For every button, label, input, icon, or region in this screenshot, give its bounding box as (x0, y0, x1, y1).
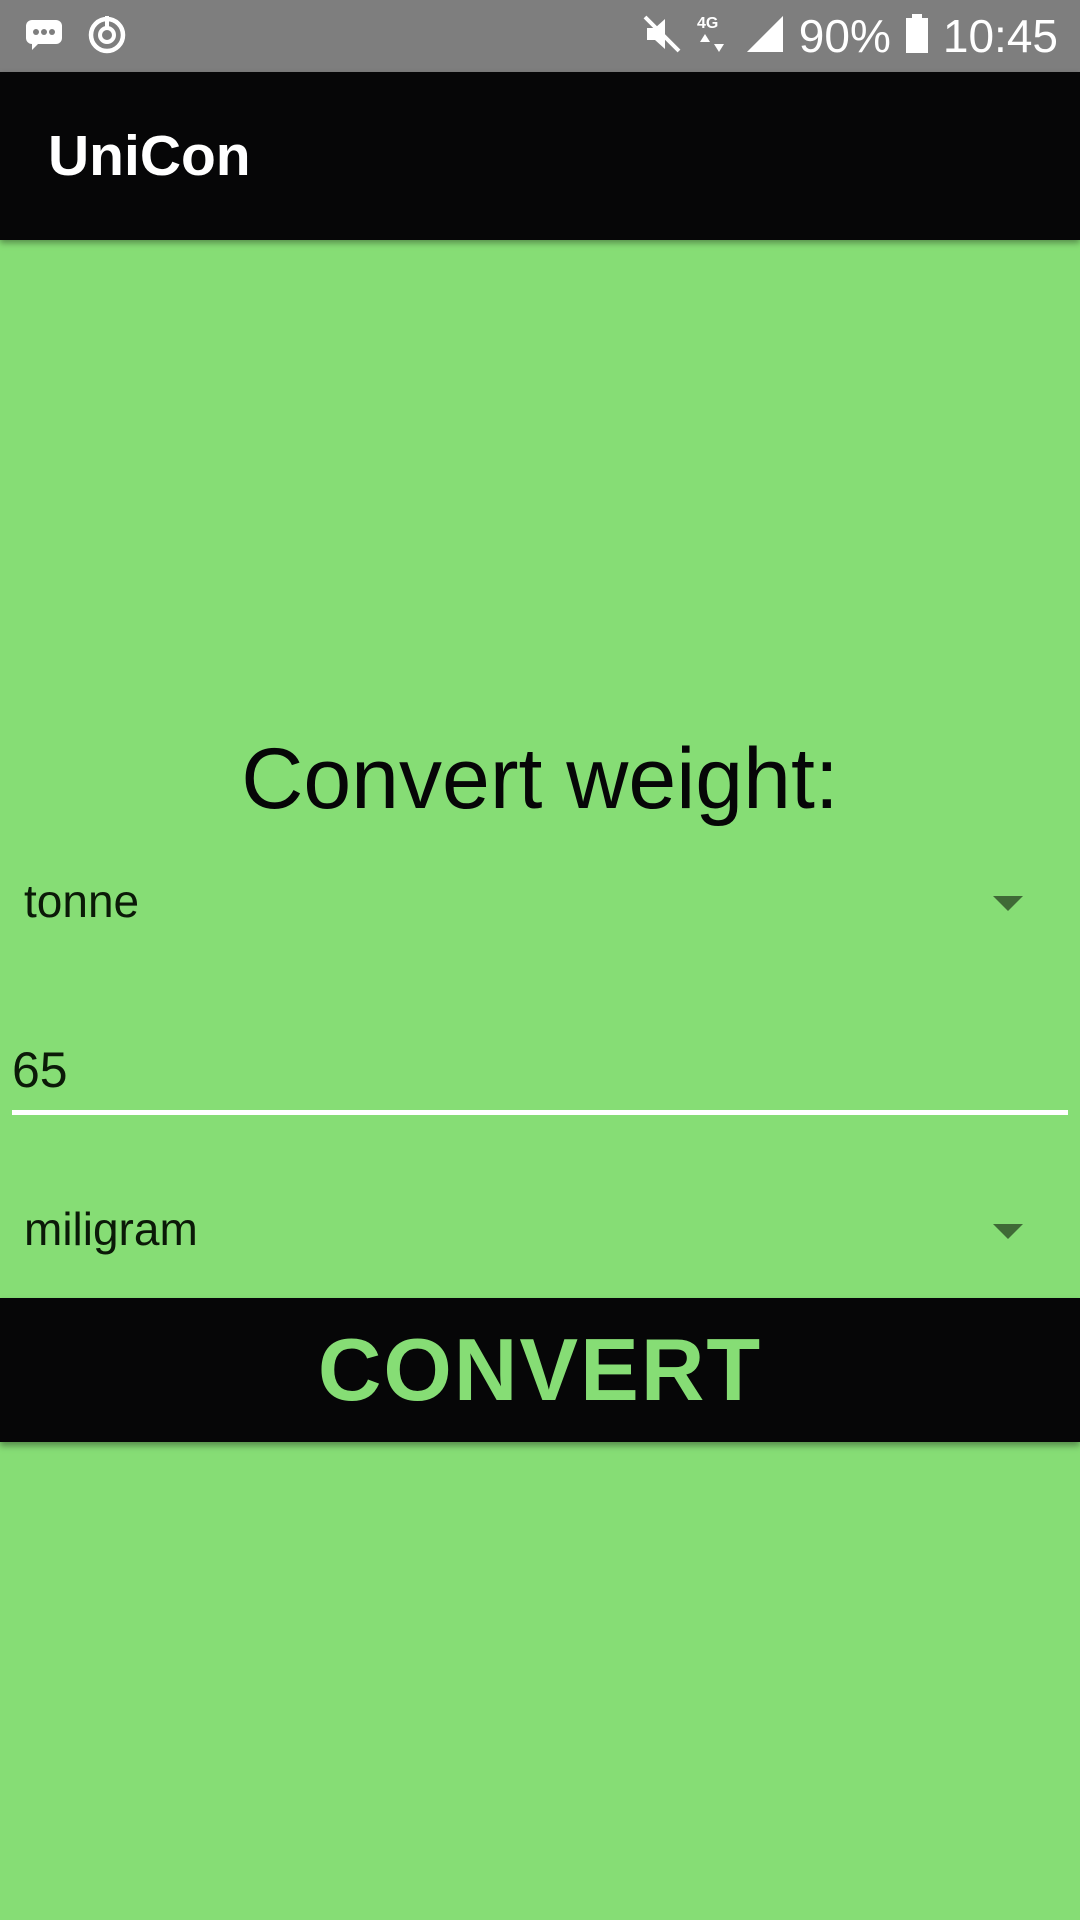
value-input[interactable] (12, 1030, 1068, 1115)
network-4g-icon: 4G (697, 12, 731, 61)
status-bar: 4G 90% 10:45 (0, 0, 1080, 72)
dropdown-arrow-icon (993, 896, 1023, 911)
signal-icon (745, 14, 785, 59)
to-unit-value: miligram (24, 1203, 198, 1255)
status-right-group: 4G 90% 10:45 (641, 0, 1058, 72)
to-unit-dropdown[interactable]: miligram (0, 1178, 1080, 1288)
convert-button[interactable]: CONVERT (0, 1298, 1080, 1442)
app-bar: UniCon (0, 72, 1080, 240)
app-screen: 4G 90% 10:45 UniCon Convert weight: tonn… (0, 0, 1080, 1920)
convert-heading: Convert weight: (241, 731, 839, 827)
from-unit-value: tonne (24, 875, 140, 927)
battery-percent: 90% (798, 10, 891, 62)
sync-icon (86, 14, 128, 61)
from-unit-dropdown[interactable]: tonne (0, 850, 1080, 960)
message-icon (24, 14, 64, 59)
dropdown-arrow-icon (993, 1224, 1023, 1239)
app-title: UniCon (48, 124, 251, 188)
network-4g-label: 4G (697, 15, 718, 32)
battery-icon (905, 13, 929, 59)
mute-icon (641, 13, 683, 60)
convert-button-label: CONVERT (317, 1320, 763, 1419)
clock: 10:45 (942, 10, 1058, 62)
